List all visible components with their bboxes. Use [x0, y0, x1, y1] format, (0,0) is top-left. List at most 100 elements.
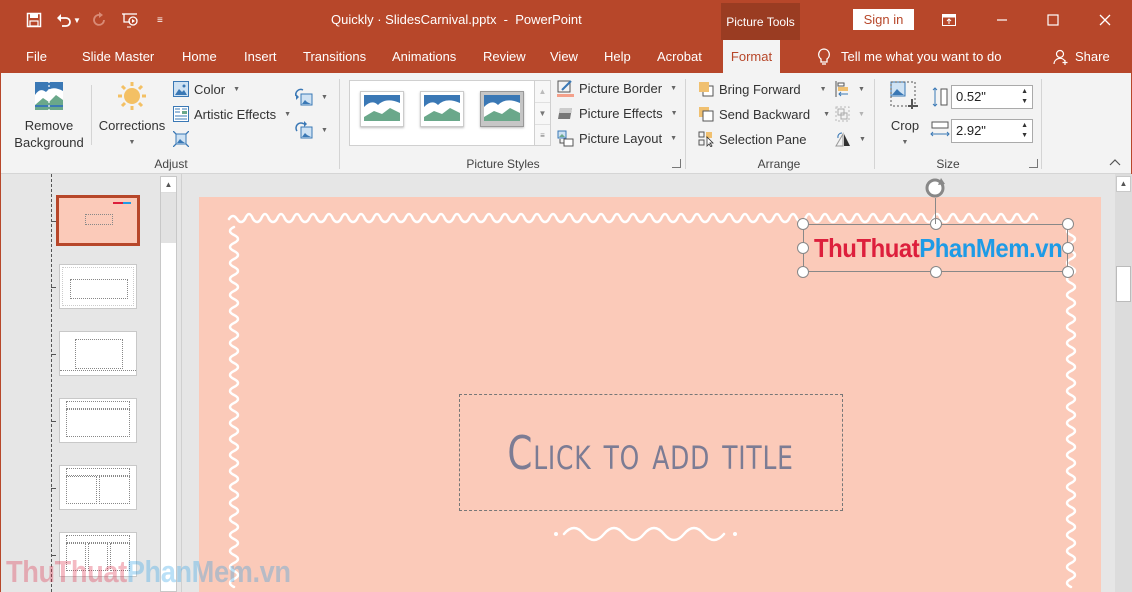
picture-style-3[interactable] [480, 91, 524, 127]
hierarchy-tick [51, 287, 56, 288]
shape-width-spinner[interactable]: ▲ ▼ [1021, 121, 1028, 141]
size-dialog-launcher[interactable] [1029, 159, 1038, 168]
collapse-ribbon-icon[interactable] [1109, 158, 1121, 169]
thumb-placeholder [88, 543, 108, 571]
shape-width-input[interactable]: 2.92" ▲ ▼ [951, 119, 1033, 143]
thumb-placeholder [66, 401, 130, 409]
size-group-label: Size [936, 157, 960, 171]
remove-background-button[interactable]: Remove Background [13, 81, 85, 151]
resize-handle-top-right[interactable] [1062, 218, 1074, 230]
compress-pictures-button[interactable] [173, 131, 189, 147]
shape-height-input[interactable]: 0.52" ▲ ▼ [951, 85, 1033, 109]
tab-review[interactable]: Review [483, 40, 526, 73]
layout-thumbnail-title-content[interactable] [59, 398, 137, 443]
maximize-button[interactable] [1033, 6, 1073, 34]
tab-view[interactable]: View [550, 40, 578, 73]
change-picture-button[interactable]: ▼ [295, 88, 328, 106]
remove-background-label-2: Background [14, 135, 84, 150]
title-placeholder[interactable]: Click to add title [459, 394, 843, 511]
slide-master-thumbnail[interactable] [56, 195, 140, 246]
minimize-button[interactable] [982, 6, 1022, 34]
resize-handle-top-left[interactable] [797, 218, 809, 230]
undo-dropdown-icon[interactable]: ▼ [73, 16, 81, 25]
scroll-up-icon[interactable]: ▲ [161, 177, 176, 193]
picture-styles-dialog-launcher[interactable] [672, 159, 681, 168]
resize-handle-left[interactable] [797, 242, 809, 254]
tab-insert[interactable]: Insert [244, 40, 277, 73]
tab-format[interactable]: Format [723, 40, 780, 73]
ribbon-tabs: File Slide Master Home Insert Transition… [1, 40, 1131, 73]
slide-editor: Click to add title ThuThuatPhanMem.vn ▲ [181, 174, 1132, 592]
artistic-effects-button[interactable]: Artistic Effects ▼ [173, 106, 291, 122]
powerpoint-window: ▼ ≡ Quickly · SlidesCarnival.pptx - Powe… [0, 0, 1132, 592]
tab-help[interactable]: Help [604, 40, 631, 73]
picture-effects-button[interactable]: Picture Effects ▼ [557, 105, 678, 122]
resize-handle-top[interactable] [930, 218, 942, 230]
selected-logo-picture[interactable]: ThuThuatPhanMem.vn [803, 224, 1068, 272]
resize-handle-bottom[interactable] [930, 266, 942, 278]
color-button[interactable]: Color ▼ [173, 81, 240, 97]
gallery-more[interactable]: ≡ [535, 125, 550, 147]
editor-vertical-scrollbar[interactable]: ▲ [1115, 174, 1132, 592]
gallery-scroll-up[interactable]: ▲ [535, 81, 550, 103]
bring-forward-label: Bring Forward [719, 81, 801, 97]
crop-button[interactable]: Crop ▼ [885, 81, 925, 151]
send-backward-button[interactable]: Send Backward ▼ [698, 106, 830, 122]
share-button[interactable]: Share [1053, 40, 1110, 73]
layout-thumbnail-section-header[interactable] [59, 331, 137, 376]
bring-forward-button[interactable]: Bring Forward ▼ [698, 81, 827, 97]
tab-file[interactable]: File [26, 40, 47, 73]
tab-slide-master[interactable]: Slide Master [82, 40, 154, 73]
tab-acrobat[interactable]: Acrobat [657, 40, 702, 73]
picture-style-2[interactable] [420, 91, 464, 127]
scroll-up-icon[interactable]: ▲ [1116, 176, 1131, 192]
crop-icon [890, 81, 918, 109]
picture-layout-button[interactable]: Picture Layout ▼ [557, 130, 677, 147]
group-objects-icon [835, 106, 850, 122]
reset-picture-button[interactable]: ▼ [295, 121, 328, 139]
picture-border-button[interactable]: Picture Border ▼ [557, 80, 677, 97]
thumb-placeholder [110, 543, 130, 571]
layout-thumbnail-comparison[interactable] [59, 532, 137, 577]
corrections-button[interactable]: Corrections ▼ [97, 81, 167, 151]
group-separator [685, 79, 686, 169]
slide-canvas: Click to add title ThuThuatPhanMem.vn [199, 197, 1101, 592]
picture-style-1[interactable] [360, 91, 404, 127]
change-picture-icon [295, 88, 313, 106]
sign-in-button[interactable]: Sign in [853, 9, 914, 30]
slide-master-thumbnails-pane: ▲ [1, 174, 181, 592]
thumb-placeholder [66, 535, 130, 543]
gallery-scroll-down[interactable]: ▼ [535, 103, 550, 125]
customize-qat-icon[interactable]: ≡ [145, 8, 175, 32]
hierarchy-line [51, 174, 52, 592]
bring-forward-icon [699, 82, 714, 97]
tell-me-search[interactable]: Tell me what you want to do [817, 40, 1001, 73]
tab-transitions[interactable]: Transitions [303, 40, 366, 73]
tab-animations[interactable]: Animations [392, 40, 456, 73]
tab-home[interactable]: Home [182, 40, 217, 73]
rotate-button[interactable]: ▼ [835, 131, 866, 147]
resize-handle-right[interactable] [1062, 242, 1074, 254]
selection-pane-button[interactable]: Selection Pane [698, 131, 806, 147]
resize-handle-bottom-left[interactable] [797, 266, 809, 278]
rotation-handle-icon[interactable] [923, 176, 949, 206]
hierarchy-tick [51, 354, 56, 355]
resize-handle-bottom-right[interactable] [1062, 266, 1074, 278]
shape-height-spinner[interactable]: ▲ ▼ [1021, 87, 1028, 107]
picture-tools-context-label: Picture Tools [721, 3, 800, 40]
close-button[interactable] [1085, 6, 1125, 34]
layout-thumbnail-two-content[interactable] [59, 465, 137, 510]
thumb-placeholder [66, 409, 130, 437]
picture-styles-gallery: ▲ ▼ ≡ [349, 80, 551, 146]
save-icon[interactable] [19, 8, 49, 32]
thumbnails-scrollbar[interactable]: ▲ [160, 176, 177, 592]
align-button[interactable]: ▼ [835, 81, 865, 97]
redo-icon [85, 8, 115, 32]
ribbon-display-options-icon[interactable] [929, 6, 969, 34]
title-bar: ▼ ≡ Quickly · SlidesCarnival.pptx - Powe… [1, 0, 1131, 40]
layout-thumbnail-title-slide[interactable] [59, 264, 137, 309]
remove-background-icon [35, 81, 63, 111]
scrollbar-thumb[interactable] [1116, 266, 1131, 302]
start-from-beginning-icon[interactable] [115, 8, 145, 32]
compress-pictures-icon [173, 131, 189, 147]
